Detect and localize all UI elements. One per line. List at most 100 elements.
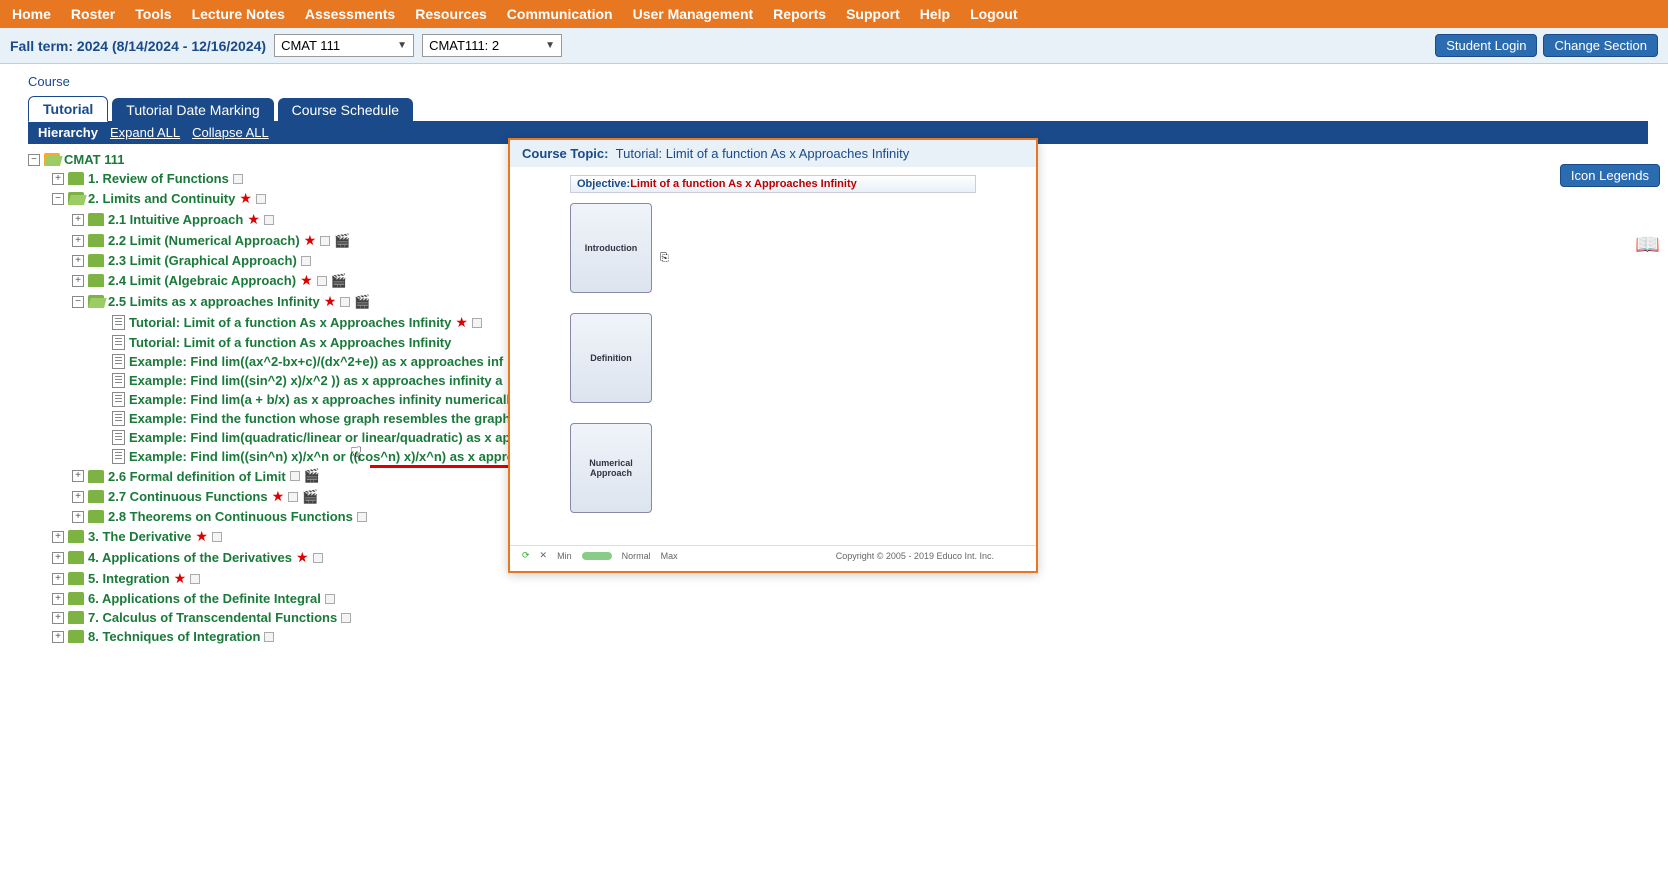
checkbox-icon[interactable] <box>320 236 330 246</box>
nav-user-management[interactable]: User Management <box>629 4 758 24</box>
folder-icon <box>88 234 104 247</box>
collapse-icon[interactable]: − <box>28 154 40 166</box>
tree-label[interactable]: Example: Find lim((sin^2) x)/x^2 )) as x… <box>129 373 503 388</box>
change-section-button[interactable]: Change Section <box>1543 34 1658 57</box>
checkbox-icon[interactable] <box>313 553 323 563</box>
checkbox-icon[interactable] <box>341 613 351 623</box>
checkbox-icon[interactable] <box>325 594 335 604</box>
zoom-slider[interactable] <box>582 552 612 560</box>
expand-icon[interactable]: + <box>52 631 64 643</box>
video-icon[interactable] <box>302 489 318 505</box>
checkbox-icon[interactable] <box>301 256 311 266</box>
tree-chapter[interactable]: + 8. Techniques of Integration <box>28 627 1648 646</box>
expand-icon[interactable]: + <box>52 573 64 585</box>
expand-icon[interactable]: + <box>72 511 84 523</box>
star-icon: ★ <box>272 488 285 505</box>
nav-roster[interactable]: Roster <box>67 4 119 24</box>
nav-home[interactable]: Home <box>8 4 55 24</box>
zoom-control[interactable]: ⟳ ✕ Min Normal Max <box>522 550 678 561</box>
expand-icon[interactable]: + <box>52 593 64 605</box>
nav-communication[interactable]: Communication <box>503 4 617 24</box>
star-icon: ★ <box>455 314 468 331</box>
tree-label[interactable]: CMAT 111 <box>64 152 124 167</box>
tree-label[interactable]: 2.2 Limit (Numerical Approach) <box>108 233 300 248</box>
slide-thumb-definition[interactable]: Definition <box>570 313 652 403</box>
tree-label[interactable]: Example: Find lim((ax^2-bx+c)/(dx^2+e)) … <box>129 354 503 369</box>
section-select[interactable]: CMAT111: 2 ▼ <box>422 34 562 57</box>
checkbox-icon[interactable] <box>290 471 300 481</box>
expand-icon[interactable]: + <box>72 214 84 226</box>
checkbox-icon[interactable] <box>340 297 350 307</box>
tree-label[interactable]: 2.4 Limit (Algebraic Approach) <box>108 273 296 288</box>
tree-label[interactable]: 7. Calculus of Transcendental Functions <box>88 610 337 625</box>
video-icon[interactable] <box>304 468 320 484</box>
tree-label[interactable]: Tutorial: Limit of a function As x Appro… <box>129 315 451 330</box>
expand-icon[interactable]: + <box>72 255 84 267</box>
expand-icon[interactable]: + <box>72 275 84 287</box>
video-icon[interactable] <box>331 273 347 289</box>
nav-lecture-notes[interactable]: Lecture Notes <box>188 4 289 24</box>
checkbox-icon[interactable] <box>264 632 274 642</box>
tree-label[interactable]: 2. Limits and Continuity <box>88 191 235 206</box>
tree-label[interactable]: 8. Techniques of Integration <box>88 629 260 644</box>
tree-label[interactable]: 1. Review of Functions <box>88 171 229 186</box>
nav-help[interactable]: Help <box>916 4 954 24</box>
video-icon[interactable] <box>354 294 370 310</box>
tree-label[interactable]: 6. Applications of the Definite Integral <box>88 591 321 606</box>
checkbox-icon[interactable] <box>212 532 222 542</box>
icon-legends-button[interactable]: Icon Legends <box>1560 164 1660 187</box>
expand-icon[interactable]: + <box>52 552 64 564</box>
expand-icon[interactable]: + <box>52 173 64 185</box>
expand-icon[interactable]: + <box>72 491 84 503</box>
tree-label[interactable]: 2.6 Formal definition of Limit <box>108 469 286 484</box>
tree-label[interactable]: 2.7 Continuous Functions <box>108 489 268 504</box>
refresh-icon[interactable]: ⟳ <box>522 550 530 561</box>
checkbox-icon[interactable] <box>190 574 200 584</box>
tree-label[interactable]: 2.1 Intuitive Approach <box>108 212 243 227</box>
checkbox-icon[interactable] <box>317 276 327 286</box>
checkbox-icon[interactable] <box>288 492 298 502</box>
expand-icon[interactable]: + <box>72 470 84 482</box>
slide-link-icon[interactable]: ⎘ <box>660 252 669 265</box>
collapse-icon[interactable]: − <box>52 193 64 205</box>
tree-label[interactable]: 2.3 Limit (Graphical Approach) <box>108 253 297 268</box>
tree-label[interactable]: 3. The Derivative <box>88 529 191 544</box>
tab-course-schedule[interactable]: Course Schedule <box>278 98 413 122</box>
nav-reports[interactable]: Reports <box>769 4 830 24</box>
tree-label[interactable]: 2.8 Theorems on Continuous Functions <box>108 509 353 524</box>
expand-all-link[interactable]: Expand ALL <box>110 125 180 140</box>
nav-tools[interactable]: Tools <box>131 4 175 24</box>
nav-logout[interactable]: Logout <box>966 4 1021 24</box>
book-settings-icon[interactable]: 📖 <box>1635 232 1660 257</box>
collapse-icon[interactable]: − <box>72 296 84 308</box>
document-icon <box>112 449 125 464</box>
collapse-all-link[interactable]: Collapse ALL <box>192 125 269 140</box>
tree-chapter[interactable]: + 7. Calculus of Transcendental Function… <box>28 608 1648 627</box>
student-login-button[interactable]: Student Login <box>1435 34 1537 57</box>
tree-label[interactable]: 5. Integration <box>88 571 170 586</box>
tree-label[interactable]: 4. Applications of the Derivatives <box>88 550 292 565</box>
nav-assessments[interactable]: Assessments <box>301 4 399 24</box>
slide-thumb-introduction[interactable]: Introduction <box>570 203 652 293</box>
slide-thumb-numerical[interactable]: Numerical Approach <box>570 423 652 513</box>
video-icon[interactable] <box>334 233 350 249</box>
tab-tutorial[interactable]: Tutorial <box>28 96 108 122</box>
checkbox-icon[interactable] <box>472 318 482 328</box>
checkbox-icon[interactable] <box>357 512 367 522</box>
course-select[interactable]: CMAT 111 ▼ <box>274 34 414 57</box>
checkbox-icon[interactable] <box>233 174 243 184</box>
nav-resources[interactable]: Resources <box>411 4 491 24</box>
nav-support[interactable]: Support <box>842 4 904 24</box>
zoom-reset-icon[interactable]: ✕ <box>540 550 548 561</box>
expand-icon[interactable]: + <box>52 531 64 543</box>
tree-label[interactable]: Tutorial: Limit of a function As x Appro… <box>129 335 451 350</box>
expand-icon[interactable]: + <box>52 612 64 624</box>
tree-label[interactable]: Example: Find lim(a + b/x) as x approach… <box>129 392 517 407</box>
tree-chapter[interactable]: + 6. Applications of the Definite Integr… <box>28 589 1648 608</box>
tree-label[interactable]: Example: Find the function whose graph r… <box>129 411 526 426</box>
tab-date-marking[interactable]: Tutorial Date Marking <box>112 98 273 122</box>
checkbox-icon[interactable] <box>256 194 266 204</box>
tree-label[interactable]: 2.5 Limits as x approaches Infinity <box>108 294 320 309</box>
checkbox-icon[interactable] <box>264 215 274 225</box>
expand-icon[interactable]: + <box>72 235 84 247</box>
